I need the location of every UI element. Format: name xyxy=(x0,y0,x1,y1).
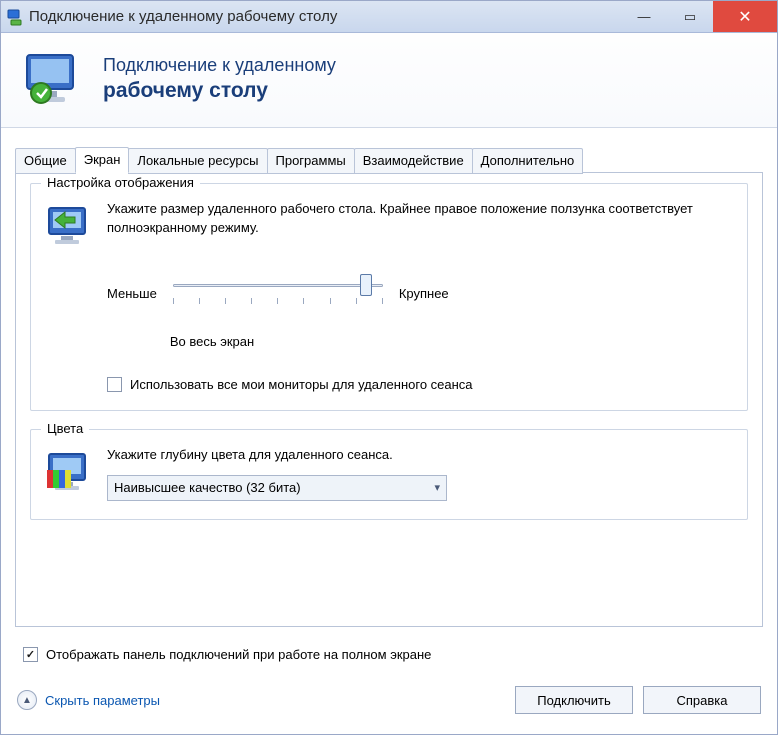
footer: ▲ Скрыть параметры Подключить Справка xyxy=(1,672,777,734)
multimon-checkbox[interactable] xyxy=(107,377,122,392)
header-line2: рабочему столу xyxy=(103,77,336,104)
connection-bar-checkbox[interactable] xyxy=(23,647,38,662)
color-legend: Цвета xyxy=(41,421,89,436)
color-depth-combo[interactable]: Наивысшее качество (32 бита) ▾ xyxy=(107,475,447,501)
tab-0[interactable]: Общие xyxy=(15,148,76,174)
color-combo-value: Наивысшее качество (32 бита) xyxy=(114,480,301,495)
tab-panel-display: Настройка отображения Укажите размер уда… xyxy=(15,172,763,627)
tab-2[interactable]: Локальные ресурсы xyxy=(128,148,267,174)
connect-button[interactable]: Подключить xyxy=(515,686,633,714)
slider-min-label: Меньше xyxy=(107,286,157,301)
monitor-size-icon xyxy=(45,202,93,250)
size-slider[interactable] xyxy=(173,278,383,308)
multimon-row: Использовать все мои мониторы для удален… xyxy=(107,377,733,392)
slider-max-label: Крупнее xyxy=(399,286,449,301)
maximize-button[interactable]: ▭ xyxy=(667,1,713,32)
rdp-header-icon xyxy=(21,47,85,111)
header: Подключение к удаленному рабочему столу xyxy=(1,33,777,128)
slider-thumb[interactable] xyxy=(360,274,372,296)
monitor-color-icon xyxy=(45,448,93,496)
minimize-button[interactable]: — xyxy=(621,1,667,32)
size-slider-row: Меньше Крупнее xyxy=(107,278,733,308)
rdp-window: Подключение к удаленному рабочему столу … xyxy=(0,0,778,735)
header-text: Подключение к удаленному рабочему столу xyxy=(103,54,336,105)
connection-bar-label: Отображать панель подключений при работе… xyxy=(46,647,431,662)
tab-4[interactable]: Взаимодействие xyxy=(354,148,473,174)
color-description: Укажите глубину цвета для удаленного сеа… xyxy=(107,446,733,465)
tab-5[interactable]: Дополнительно xyxy=(472,148,584,174)
tab-3[interactable]: Программы xyxy=(267,148,355,174)
header-line1: Подключение к удаленному xyxy=(103,54,336,77)
close-button[interactable]: ✕ xyxy=(713,1,777,32)
slider-value-label: Во весь экран xyxy=(107,334,317,349)
body: ОбщиеЭкранЛокальные ресурсыПрограммыВзаи… xyxy=(1,128,777,672)
connection-bar-row: Отображать панель подключений при работе… xyxy=(23,647,763,662)
display-groupbox: Настройка отображения Укажите размер уда… xyxy=(30,183,748,411)
toggle-options-button[interactable]: ▲ Скрыть параметры xyxy=(17,690,160,710)
tab-strip: ОбщиеЭкранЛокальные ресурсыПрограммыВзаи… xyxy=(15,147,763,173)
display-description: Укажите размер удаленного рабочего стола… xyxy=(107,200,733,238)
window-title: Подключение к удаленному рабочему столу xyxy=(25,8,621,25)
multimon-label: Использовать все мои мониторы для удален… xyxy=(130,377,473,392)
chevron-up-icon: ▲ xyxy=(17,690,37,710)
titlebar: Подключение к удаленному рабочему столу … xyxy=(1,1,777,33)
display-legend: Настройка отображения xyxy=(41,175,200,190)
color-groupbox: Цвета xyxy=(30,429,748,520)
tab-1[interactable]: Экран xyxy=(75,147,130,173)
chevron-down-icon: ▾ xyxy=(434,481,440,494)
window-controls: — ▭ ✕ xyxy=(621,1,777,32)
help-button[interactable]: Справка xyxy=(643,686,761,714)
toggle-options-label: Скрыть параметры xyxy=(45,693,160,708)
app-icon xyxy=(7,8,25,26)
